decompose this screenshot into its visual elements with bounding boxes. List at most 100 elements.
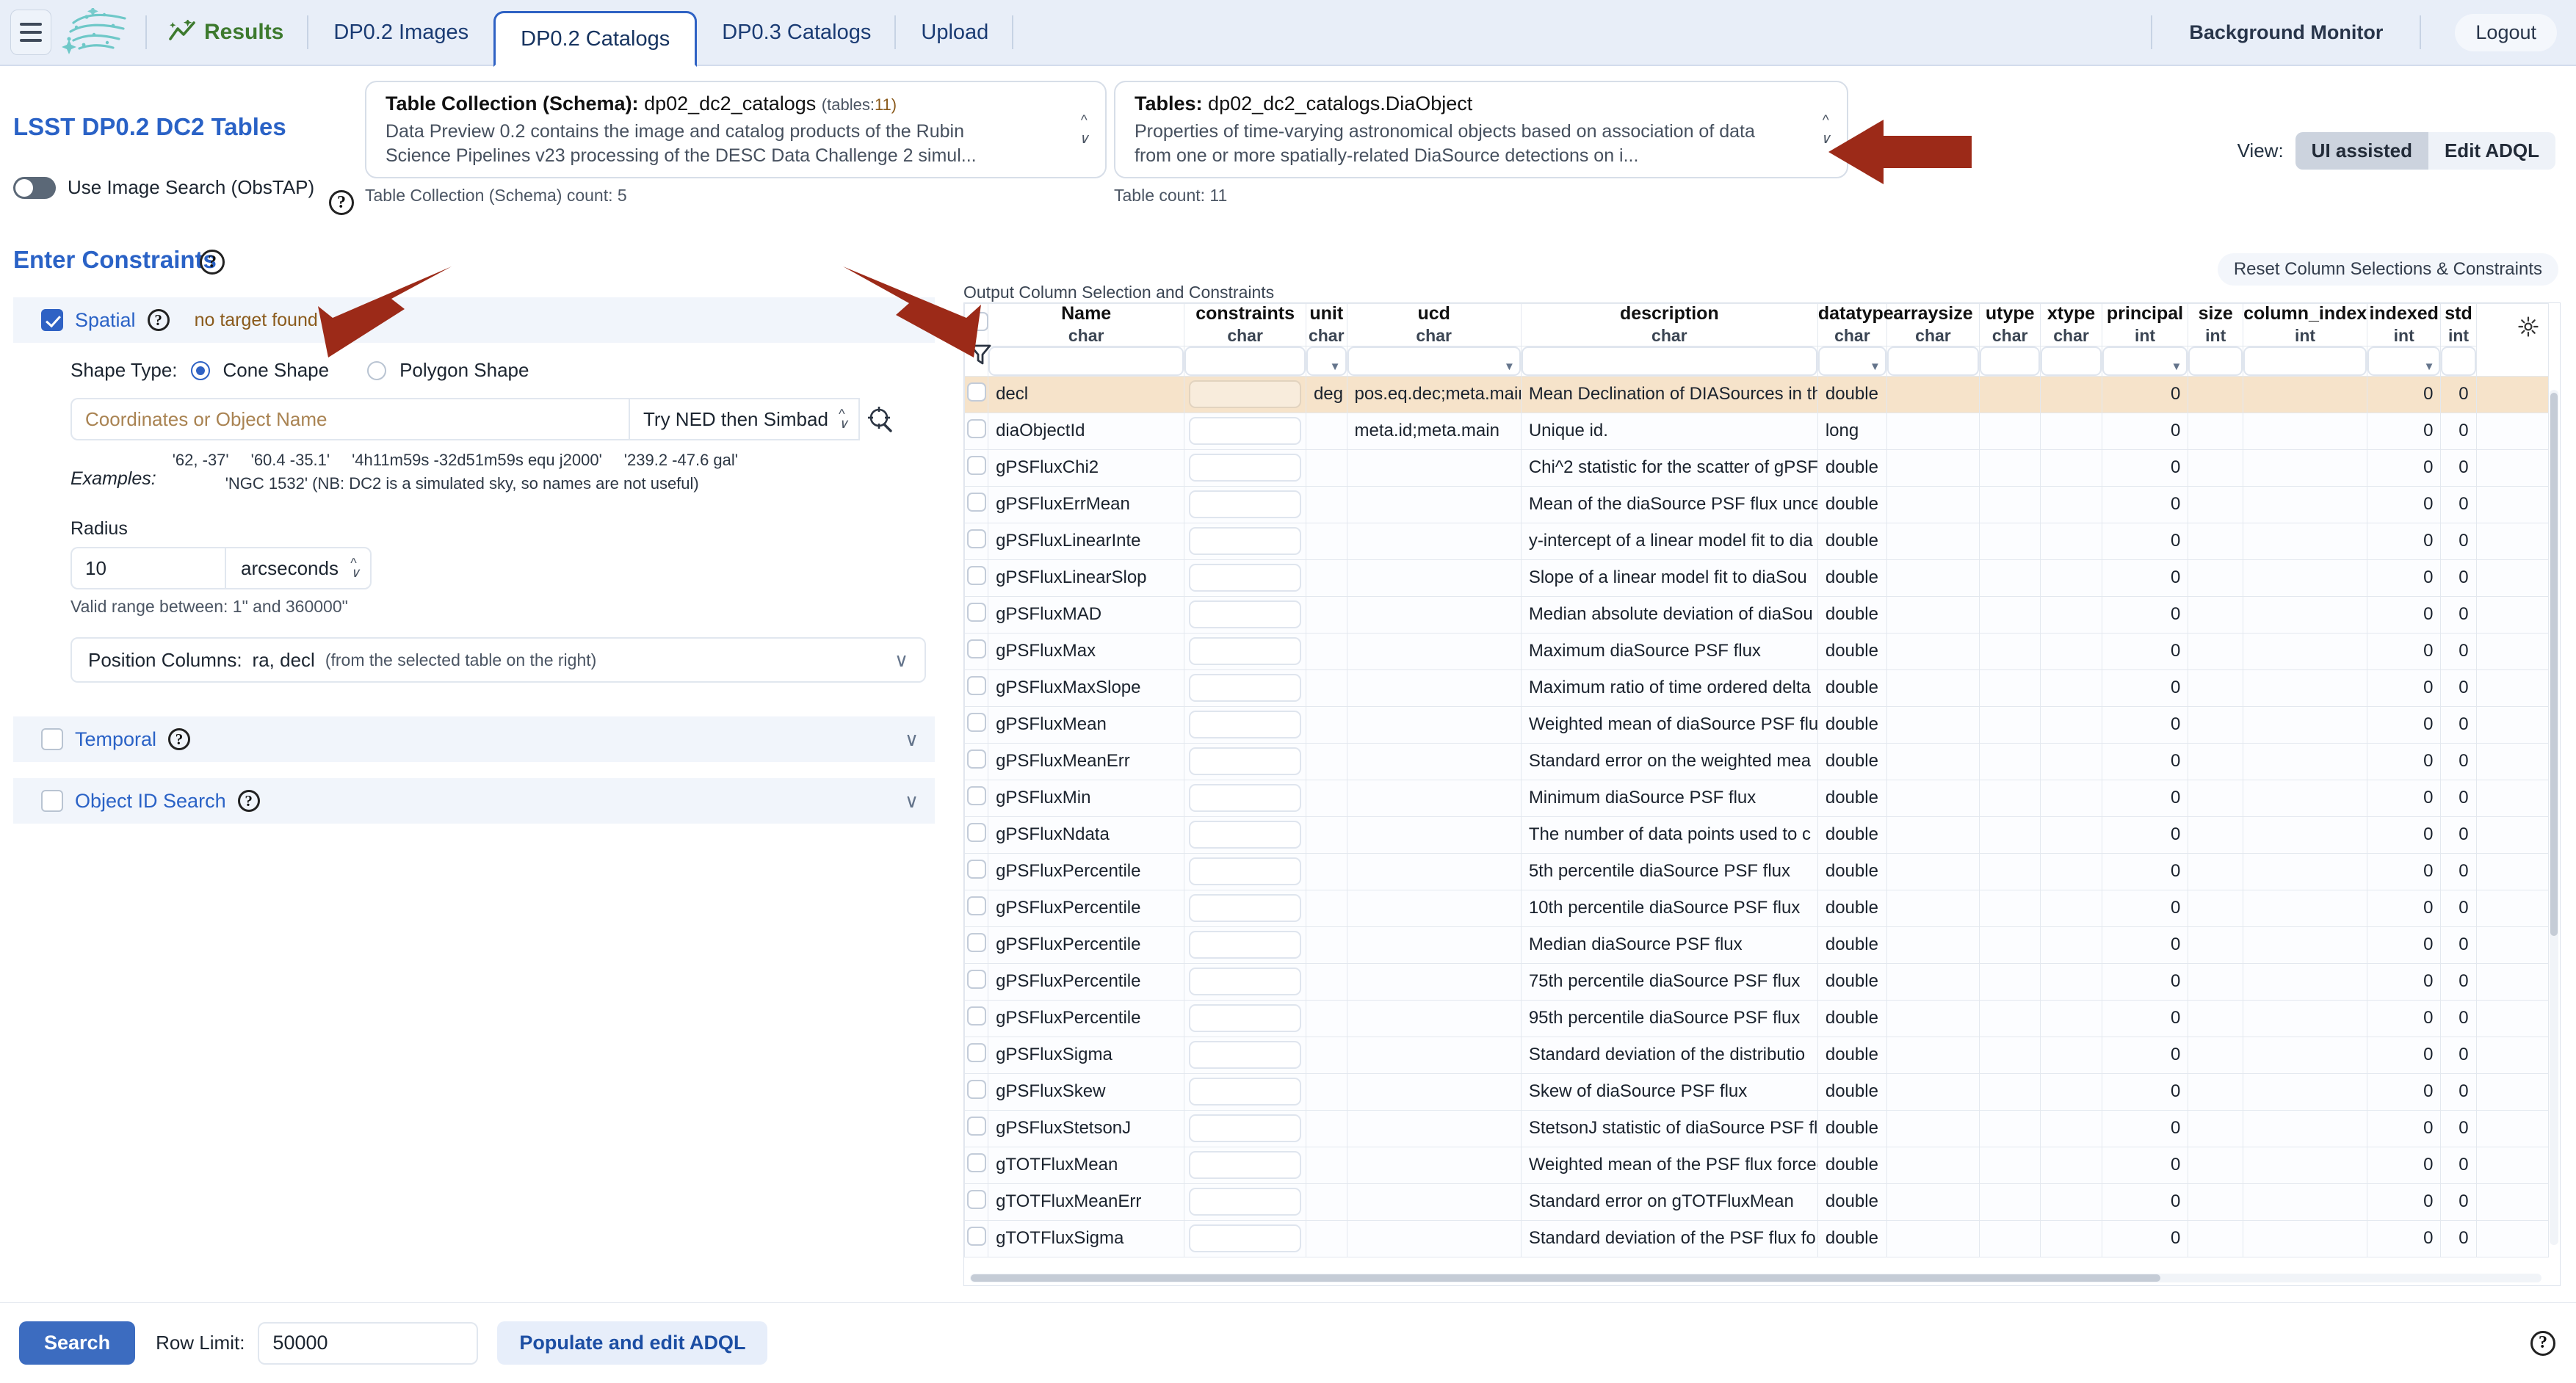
cell-constraint-input[interactable]	[1184, 890, 1306, 926]
row-checkbox[interactable]	[967, 529, 986, 548]
row-checkbox[interactable]	[967, 1117, 986, 1136]
row-checkbox[interactable]	[967, 970, 986, 989]
row-checkbox-cell[interactable]	[965, 523, 988, 559]
cell-constraint-input[interactable]	[1184, 963, 1306, 1000]
cell-constraint-input[interactable]	[1184, 669, 1306, 706]
filter-description[interactable]	[1521, 346, 1817, 376]
constraint-input[interactable]	[1189, 527, 1301, 555]
row-checkbox[interactable]	[967, 566, 986, 585]
view-option-edit-adql[interactable]: Edit ADQL	[2428, 132, 2555, 170]
row-checkbox-cell[interactable]	[965, 449, 988, 486]
cell-constraint-input[interactable]	[1184, 523, 1306, 559]
table-row[interactable]: gPSFluxPercentileMedian diaSource PSF fl…	[965, 926, 2549, 963]
row-checkbox-cell[interactable]	[965, 963, 988, 1000]
table-horizontal-scrollbar[interactable]	[970, 1274, 2541, 1282]
row-checkbox[interactable]	[967, 1080, 986, 1099]
table-row[interactable]: gPSFluxChi2Chi^2 statistic for the scatt…	[965, 449, 2549, 486]
table-row[interactable]: gPSFluxMeanWeighted mean of diaSource PS…	[965, 706, 2549, 743]
row-checkbox-cell[interactable]	[965, 1000, 988, 1037]
constraint-input[interactable]	[1189, 784, 1301, 812]
row-checkbox[interactable]	[967, 823, 986, 842]
spatial-checkbox[interactable]	[41, 309, 63, 331]
filter-name[interactable]	[988, 346, 1184, 376]
row-checkbox[interactable]	[967, 456, 986, 475]
constraint-input[interactable]	[1189, 674, 1301, 702]
cell-constraint-input[interactable]	[1184, 926, 1306, 963]
tab-upload[interactable]: Upload	[896, 0, 1013, 65]
help-icon-constraints[interactable]: ?	[200, 250, 225, 275]
row-checkbox-cell[interactable]	[965, 376, 988, 413]
table-row[interactable]: gTOTFluxMeanWeighted mean of the PSF flu…	[965, 1147, 2549, 1183]
row-checkbox[interactable]	[967, 1227, 986, 1246]
table-row[interactable]: gPSFluxLinearIntey-intercept of a linear…	[965, 523, 2549, 559]
th-constraints[interactable]: constraintschar	[1184, 304, 1306, 346]
row-checkbox-cell[interactable]	[965, 780, 988, 816]
th-std[interactable]: stdint	[2441, 304, 2476, 346]
cell-constraint-input[interactable]	[1184, 1220, 1306, 1257]
coordinates-input[interactable]: Coordinates or Object Name	[70, 398, 629, 440]
table-row[interactable]: diaObjectIdmeta.id;meta.mainUnique id.lo…	[965, 413, 2549, 449]
th-principal[interactable]: principalint	[2102, 304, 2188, 346]
table-row[interactable]: gPSFluxNdataThe number of data points us…	[965, 816, 2549, 853]
constraint-input[interactable]	[1189, 747, 1301, 775]
constraint-input[interactable]	[1189, 1078, 1301, 1106]
row-checkbox[interactable]	[967, 419, 986, 438]
table-row[interactable]: gPSFluxStetsonJStetsonJ statistic of dia…	[965, 1110, 2549, 1147]
filter-column-index[interactable]	[2243, 346, 2367, 376]
table-row[interactable]: gPSFluxSkewSkew of diaSource PSF fluxdou…	[965, 1073, 2549, 1110]
th-name[interactable]: Namechar	[988, 304, 1184, 346]
radio-polygon-shape[interactable]	[367, 361, 386, 380]
row-checkbox[interactable]	[967, 1006, 986, 1026]
filter-constraints[interactable]	[1184, 346, 1306, 376]
filter-ucd[interactable]: ▼	[1347, 346, 1521, 376]
row-checkbox-cell[interactable]	[965, 853, 988, 890]
row-checkbox-cell[interactable]	[965, 1037, 988, 1073]
filter-datatype[interactable]: ▼	[1817, 346, 1886, 376]
row-checkbox[interactable]	[967, 1043, 986, 1062]
table-row[interactable]: gPSFluxPercentile5th percentile diaSourc…	[965, 853, 2549, 890]
row-checkbox[interactable]	[967, 639, 986, 658]
constraint-input[interactable]	[1189, 454, 1301, 482]
th-unit[interactable]: unitchar	[1306, 304, 1347, 346]
th-utype[interactable]: utypechar	[1980, 304, 2041, 346]
table-row[interactable]: gPSFluxMaxSlopeMaximum ratio of time ord…	[965, 669, 2549, 706]
row-checkbox-cell[interactable]	[965, 669, 988, 706]
th-ucd[interactable]: ucdchar	[1347, 304, 1521, 346]
row-checkbox[interactable]	[967, 382, 986, 402]
cell-constraint-input[interactable]	[1184, 816, 1306, 853]
spatial-accordion-header[interactable]: Spatial ? no target found	[13, 297, 935, 343]
chevron-down-icon[interactable]: ∨	[905, 790, 919, 813]
row-checkbox[interactable]	[967, 713, 986, 732]
object-id-search-checkbox[interactable]	[41, 790, 63, 812]
row-checkbox[interactable]	[967, 1153, 986, 1172]
cell-constraint-input[interactable]	[1184, 413, 1306, 449]
table-row[interactable]: gPSFluxMinMinimum diaSource PSF fluxdoub…	[965, 780, 2549, 816]
cell-constraint-input[interactable]	[1184, 1110, 1306, 1147]
constraint-input[interactable]	[1189, 1004, 1301, 1032]
table-row[interactable]: gPSFluxMaxMaximum diaSource PSF fluxdoub…	[965, 633, 2549, 669]
table-row[interactable]: gPSFluxPercentile75th percentile diaSour…	[965, 963, 2549, 1000]
row-checkbox-cell[interactable]	[965, 486, 988, 523]
filter-std[interactable]	[2441, 346, 2476, 376]
cell-constraint-input[interactable]	[1184, 853, 1306, 890]
row-checkbox[interactable]	[967, 896, 986, 915]
background-monitor-button[interactable]: Background Monitor	[2166, 21, 2406, 44]
constraint-input[interactable]	[1189, 564, 1301, 592]
constraint-input[interactable]	[1189, 380, 1301, 408]
cell-constraint-input[interactable]	[1184, 596, 1306, 633]
constraint-input[interactable]	[1189, 857, 1301, 885]
row-checkbox[interactable]	[967, 933, 986, 952]
constraint-input[interactable]	[1189, 1041, 1301, 1069]
row-checkbox-cell[interactable]	[965, 890, 988, 926]
cell-constraint-input[interactable]	[1184, 1183, 1306, 1220]
filter-size[interactable]	[2188, 346, 2243, 376]
tab-results[interactable]: Results	[160, 0, 308, 65]
tab-dp03-catalogs[interactable]: DP0.3 Catalogs	[697, 0, 896, 65]
row-checkbox-cell[interactable]	[965, 1110, 988, 1147]
constraint-input[interactable]	[1189, 894, 1301, 922]
filter-indexed[interactable]: ▼	[2367, 346, 2440, 376]
th-column-index[interactable]: column_indexint	[2243, 304, 2367, 346]
cell-constraint-input[interactable]	[1184, 633, 1306, 669]
constraint-input[interactable]	[1189, 968, 1301, 995]
row-checkbox-cell[interactable]	[965, 413, 988, 449]
